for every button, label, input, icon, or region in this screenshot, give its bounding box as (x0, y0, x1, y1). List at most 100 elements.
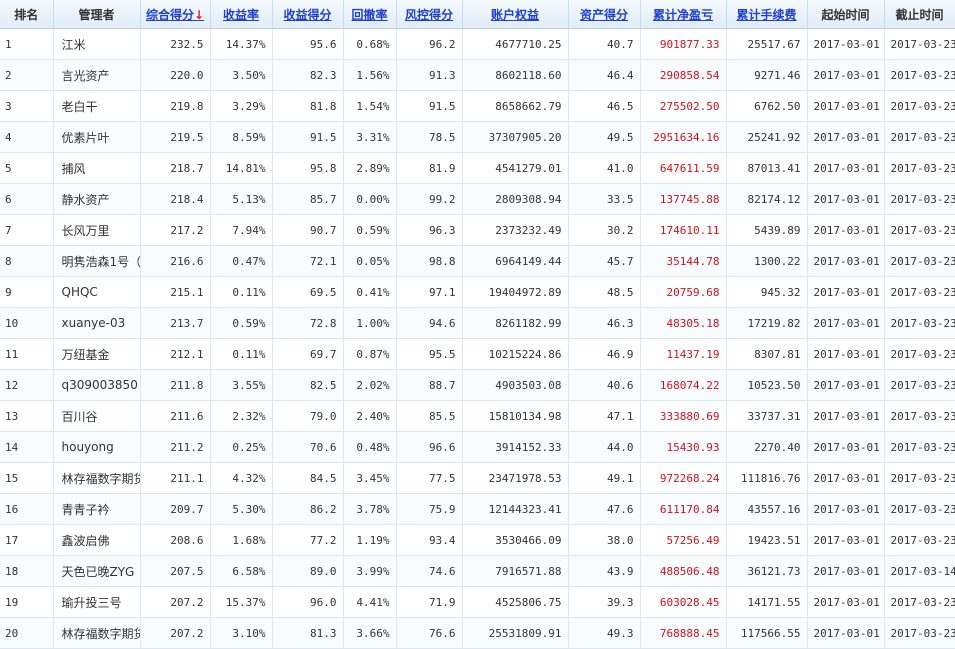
cell-drawdown: 0.48% (343, 431, 397, 463)
cell-asset-score: 49.5 (568, 121, 641, 153)
cell-net-pnl: 11437.19 (640, 338, 727, 370)
cell-end-time: 2017-03-23 (884, 524, 955, 556)
cell-fees: 6762.50 (726, 90, 808, 122)
cell-end-time: 2017-03-23 (884, 183, 955, 215)
cell-fees: 82174.12 (726, 183, 808, 215)
cell-equity: 12144323.41 (462, 493, 569, 525)
table-row: 15 林存福数字期货 211.1 4.32% 84.5 3.45% 77.5 23471978… (0, 462, 955, 494)
cell-risk-score: 75.9 (396, 493, 463, 525)
cell-return-rate: 15.37% (210, 586, 273, 618)
table-row: 9 QHQC 215.1 0.11% 69.5 0.41% 97.1 19404972.89 4… (0, 276, 955, 308)
cell-equity: 25531809.91 (462, 617, 569, 649)
cell-risk-score: 81.9 (396, 152, 463, 184)
cell-asset-score: 46.9 (568, 338, 641, 370)
header-end-time: 截止时间 (884, 0, 955, 29)
sort-desc-icon[interactable]: ↓ (194, 8, 204, 22)
header-fees-sort[interactable]: 累计手续费 (726, 0, 808, 29)
cell-score: 213.7 (140, 307, 211, 339)
cell-return-rate: 3.50% (210, 59, 273, 91)
cell-return-rate: 0.59% (210, 307, 273, 339)
cell-fees: 945.32 (726, 276, 808, 308)
cell-drawdown: 1.54% (343, 90, 397, 122)
cell-start-time: 2017-03-01 (807, 245, 885, 277)
cell-manager: 万纽基金 (53, 338, 141, 370)
cell-start-time: 2017-03-01 (807, 586, 885, 618)
table-body: 1 江米 232.5 14.37% 95.6 0.68% 96.2 4677710.25 40.… (0, 28, 955, 649)
cell-end-time: 2017-03-23 (884, 431, 955, 463)
cell-rank: 16 (0, 493, 54, 525)
cell-equity: 6964149.44 (462, 245, 569, 277)
cell-risk-score: 99.2 (396, 183, 463, 215)
cell-equity: 2373232.49 (462, 214, 569, 246)
cell-risk-score: 93.4 (396, 524, 463, 556)
cell-asset-score: 30.2 (568, 214, 641, 246)
table-row: 1 江米 232.5 14.37% 95.6 0.68% 96.2 4677710.25 40.… (0, 28, 955, 60)
table-row: 8 明隽浩森1号（J 216.6 0.47% 72.1 0.05% 98.8 6964149.… (0, 245, 955, 277)
cell-drawdown: 0.87% (343, 338, 397, 370)
cell-end-time: 2017-03-23 (884, 617, 955, 649)
cell-return-rate: 0.11% (210, 338, 273, 370)
cell-return-score: 82.3 (272, 59, 344, 91)
cell-risk-score: 74.6 (396, 555, 463, 587)
cell-manager: 静水资产 (53, 183, 141, 215)
cell-start-time: 2017-03-01 (807, 307, 885, 339)
cell-start-time: 2017-03-01 (807, 214, 885, 246)
cell-drawdown: 2.89% (343, 152, 397, 184)
cell-manager: 优素片叶 (53, 121, 141, 153)
cell-net-pnl: 290858.54 (640, 59, 727, 91)
cell-return-score: 96.0 (272, 586, 344, 618)
cell-fees: 8307.81 (726, 338, 808, 370)
header-net-pnl-sort[interactable]: 累计净盈亏 (640, 0, 727, 29)
cell-drawdown: 2.02% (343, 369, 397, 401)
cell-return-rate: 1.68% (210, 524, 273, 556)
cell-score: 209.7 (140, 493, 211, 525)
cell-start-time: 2017-03-01 (807, 90, 885, 122)
cell-rank: 1 (0, 28, 54, 60)
cell-asset-score: 49.1 (568, 462, 641, 494)
table-row: 5 捕风 218.7 14.81% 95.8 2.89% 81.9 4541279.01 41.… (0, 152, 955, 184)
cell-asset-score: 40.6 (568, 369, 641, 401)
table-header-row: 排名 管理者 综合得分↓ 收益率 收益得分 回撤率 风控得分 账户权益 资产得分… (0, 0, 955, 29)
header-drawdown-sort[interactable]: 回撤率 (343, 0, 397, 29)
header-asset-score-sort[interactable]: 资产得分 (568, 0, 641, 29)
cell-asset-score: 46.4 (568, 59, 641, 91)
header-score-sort[interactable]: 综合得分↓ (140, 0, 211, 29)
cell-risk-score: 91.5 (396, 90, 463, 122)
cell-drawdown: 3.66% (343, 617, 397, 649)
cell-drawdown: 0.05% (343, 245, 397, 277)
cell-rank: 3 (0, 90, 54, 122)
header-return-rate-sort[interactable]: 收益率 (210, 0, 273, 29)
cell-fees: 43557.16 (726, 493, 808, 525)
cell-return-rate: 2.32% (210, 400, 273, 432)
cell-risk-score: 85.5 (396, 400, 463, 432)
cell-manager: 长风万里 (53, 214, 141, 246)
cell-rank: 7 (0, 214, 54, 246)
cell-manager: 林存福数字期货 (53, 462, 141, 494)
cell-return-score: 77.2 (272, 524, 344, 556)
cell-score: 207.5 (140, 555, 211, 587)
cell-score: 217.2 (140, 214, 211, 246)
cell-equity: 4903503.08 (462, 369, 569, 401)
table-row: 13 百川谷 211.6 2.32% 79.0 2.40% 85.5 15810134.98 4… (0, 400, 955, 432)
header-score-label[interactable]: 综合得分 (146, 8, 194, 22)
cell-return-rate: 6.58% (210, 555, 273, 587)
cell-drawdown: 1.19% (343, 524, 397, 556)
cell-asset-score: 43.9 (568, 555, 641, 587)
table-row: 18 天色已晚ZYG 207.5 6.58% 89.0 3.99% 74.6 7916571.… (0, 555, 955, 587)
table-row: 16 青青子衿 209.7 5.30% 86.2 3.78% 75.9 12144323.41… (0, 493, 955, 525)
header-return-score-sort[interactable]: 收益得分 (272, 0, 344, 29)
cell-manager: 林存福数字期货 (53, 617, 141, 649)
cell-manager: q309003850 (53, 369, 141, 401)
cell-fees: 5439.89 (726, 214, 808, 246)
cell-asset-score: 47.6 (568, 493, 641, 525)
cell-end-time: 2017-03-23 (884, 400, 955, 432)
header-risk-score-sort[interactable]: 风控得分 (396, 0, 463, 29)
cell-net-pnl: 48305.18 (640, 307, 727, 339)
cell-return-score: 95.8 (272, 152, 344, 184)
cell-start-time: 2017-03-01 (807, 369, 885, 401)
cell-drawdown: 0.59% (343, 214, 397, 246)
header-equity-sort[interactable]: 账户权益 (462, 0, 569, 29)
cell-return-score: 81.8 (272, 90, 344, 122)
cell-asset-score: 46.3 (568, 307, 641, 339)
cell-fees: 2270.40 (726, 431, 808, 463)
